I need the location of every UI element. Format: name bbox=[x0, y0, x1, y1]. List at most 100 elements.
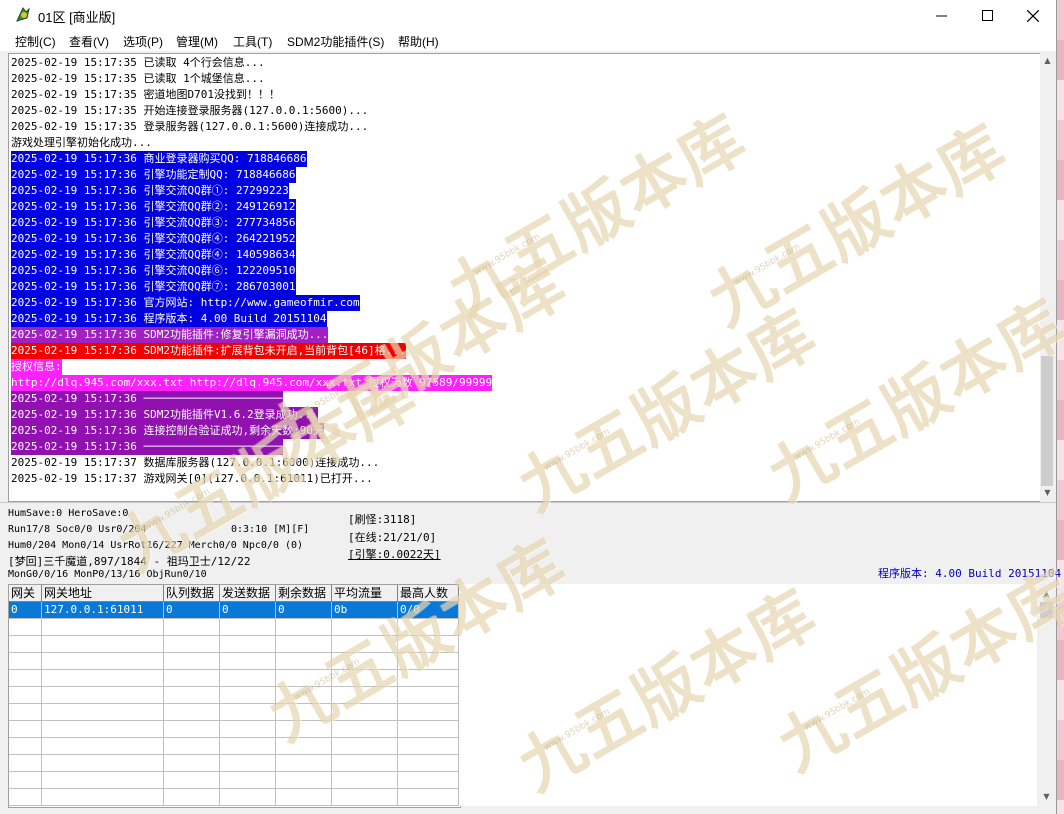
table-cell[interactable] bbox=[164, 619, 220, 636]
table-cell[interactable] bbox=[164, 636, 220, 653]
table-scroll-up-icon[interactable]: ▲ bbox=[1039, 586, 1054, 601]
table-cell[interactable] bbox=[398, 789, 459, 806]
table-cell[interactable] bbox=[398, 772, 459, 789]
table-cell[interactable] bbox=[9, 636, 42, 653]
table-cell[interactable] bbox=[42, 704, 164, 721]
table-cell[interactable] bbox=[164, 789, 220, 806]
table-cell[interactable] bbox=[276, 721, 332, 738]
table-cell[interactable] bbox=[398, 687, 459, 704]
menu-view[interactable]: 查看(V) bbox=[69, 33, 109, 50]
table-cell[interactable] bbox=[398, 755, 459, 772]
table-cell[interactable] bbox=[9, 704, 42, 721]
table-cell[interactable] bbox=[276, 704, 332, 721]
table-cell[interactable] bbox=[220, 687, 276, 704]
table-cell[interactable] bbox=[42, 687, 164, 704]
column-header[interactable]: 网关地址 bbox=[42, 585, 164, 602]
table-cell[interactable] bbox=[164, 653, 220, 670]
minimize-button[interactable] bbox=[918, 0, 964, 31]
table-cell[interactable]: 0/0 bbox=[398, 602, 459, 619]
table-cell[interactable] bbox=[276, 687, 332, 704]
log-scroll-thumb[interactable] bbox=[1041, 356, 1053, 486]
log-panel[interactable]: 2025-02-19 15:17:35 已读取 4个行会信息... 2025-02… bbox=[8, 53, 1041, 502]
menu-control[interactable]: 控制(C) bbox=[15, 33, 56, 50]
table-cell[interactable] bbox=[9, 670, 42, 687]
table-cell[interactable] bbox=[398, 704, 459, 721]
column-header[interactable]: 网关 bbox=[9, 585, 42, 602]
table-cell[interactable] bbox=[332, 636, 398, 653]
table-cell[interactable] bbox=[220, 619, 276, 636]
table-cell[interactable] bbox=[398, 721, 459, 738]
table-cell[interactable] bbox=[276, 738, 332, 755]
table-cell[interactable] bbox=[42, 755, 164, 772]
table-cell[interactable] bbox=[276, 772, 332, 789]
table-cell[interactable] bbox=[164, 704, 220, 721]
menu-help[interactable]: 帮助(H) bbox=[398, 33, 439, 50]
table-cell[interactable] bbox=[332, 755, 398, 772]
column-header[interactable]: 发送数据 bbox=[220, 585, 276, 602]
table-cell[interactable] bbox=[9, 755, 42, 772]
table-cell[interactable] bbox=[220, 704, 276, 721]
table-cell[interactable] bbox=[332, 789, 398, 806]
column-header[interactable]: 队列数据 bbox=[164, 585, 220, 602]
table-cell[interactable] bbox=[9, 653, 42, 670]
column-header[interactable]: 剩余数据 bbox=[276, 585, 332, 602]
table-cell[interactable] bbox=[220, 653, 276, 670]
table-cell[interactable] bbox=[276, 670, 332, 687]
menu-manage[interactable]: 管理(M) bbox=[176, 33, 218, 50]
menu-sdm2-plugin[interactable]: SDM2功能插件(S) bbox=[287, 33, 384, 50]
close-button[interactable] bbox=[1010, 0, 1056, 31]
table-cell[interactable] bbox=[164, 721, 220, 738]
table-cell[interactable] bbox=[332, 687, 398, 704]
table-cell[interactable] bbox=[332, 653, 398, 670]
table-scrollbar[interactable]: ▲ ▼ bbox=[1038, 584, 1055, 806]
gateway-table[interactable]: 网关 网关地址 队列数据 发送数据 剩余数据 平均流量 最高人数 0 127.0.0.1:610… bbox=[8, 584, 461, 808]
table-cell[interactable]: 0 bbox=[9, 602, 42, 619]
table-cell[interactable] bbox=[276, 789, 332, 806]
table-cell[interactable]: 0 bbox=[276, 602, 332, 619]
table-cell[interactable] bbox=[9, 721, 42, 738]
scroll-up-icon[interactable]: ▲ bbox=[1040, 53, 1055, 68]
table-cell[interactable] bbox=[276, 636, 332, 653]
table-cell[interactable]: 0 bbox=[164, 602, 220, 619]
table-cell[interactable] bbox=[42, 670, 164, 687]
table-cell[interactable] bbox=[220, 721, 276, 738]
table-cell[interactable] bbox=[398, 653, 459, 670]
scroll-down-icon[interactable]: ▼ bbox=[1040, 485, 1055, 500]
table-cell[interactable]: 0 bbox=[220, 602, 276, 619]
table-cell[interactable] bbox=[220, 670, 276, 687]
table-cell[interactable] bbox=[164, 755, 220, 772]
table-cell[interactable] bbox=[332, 738, 398, 755]
title-bar[interactable]: 01区 [商业版] bbox=[0, 0, 1056, 31]
table-cell[interactable]: 0b bbox=[332, 602, 398, 619]
table-cell[interactable] bbox=[332, 619, 398, 636]
table-cell[interactable] bbox=[398, 619, 459, 636]
table-cell[interactable] bbox=[332, 670, 398, 687]
table-cell[interactable] bbox=[42, 619, 164, 636]
table-cell[interactable] bbox=[9, 619, 42, 636]
table-cell[interactable] bbox=[42, 772, 164, 789]
table-cell[interactable] bbox=[220, 789, 276, 806]
table-cell[interactable] bbox=[164, 738, 220, 755]
table-scroll-thumb[interactable] bbox=[1040, 602, 1053, 618]
table-cell[interactable] bbox=[9, 789, 42, 806]
table-cell[interactable] bbox=[398, 738, 459, 755]
table-cell[interactable] bbox=[398, 670, 459, 687]
table-cell[interactable] bbox=[42, 789, 164, 806]
table-cell[interactable] bbox=[332, 772, 398, 789]
column-header[interactable]: 平均流量 bbox=[332, 585, 398, 602]
table-cell[interactable] bbox=[332, 721, 398, 738]
table-cell[interactable] bbox=[9, 738, 42, 755]
table-cell[interactable] bbox=[164, 772, 220, 789]
menu-options[interactable]: 选项(P) bbox=[123, 33, 163, 50]
table-cell[interactable] bbox=[220, 738, 276, 755]
table-cell[interactable] bbox=[42, 636, 164, 653]
maximize-button[interactable] bbox=[964, 0, 1010, 31]
table-cell[interactable] bbox=[42, 653, 164, 670]
table-cell[interactable] bbox=[220, 772, 276, 789]
table-cell[interactable] bbox=[164, 687, 220, 704]
table-cell[interactable]: 127.0.0.1:61011 bbox=[42, 602, 164, 619]
table-cell[interactable] bbox=[220, 755, 276, 772]
table-cell[interactable] bbox=[42, 738, 164, 755]
column-header[interactable]: 最高人数 bbox=[398, 585, 459, 602]
table-cell[interactable] bbox=[276, 755, 332, 772]
